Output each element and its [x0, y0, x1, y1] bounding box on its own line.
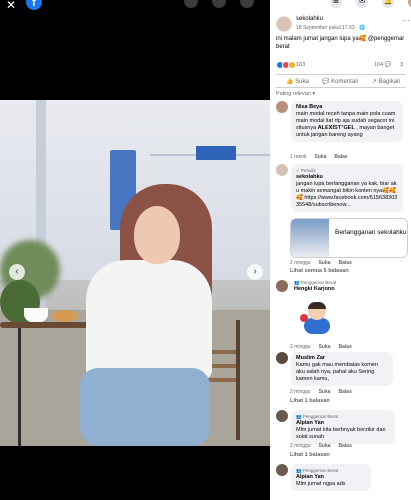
comment-like-button[interactable]: Suka [319, 344, 331, 350]
comment-text: main modal receh tanpa main pola cuam ma… [296, 111, 396, 138]
comment-author[interactable]: Nisa Beya [296, 104, 398, 111]
previous-photo-button[interactable]: ‹ [9, 264, 25, 280]
comment-header: 👥 Penggemar Berat Hengki Karjono [294, 280, 336, 292]
care-reaction-icon [288, 61, 296, 69]
comment-bubble: Nisa Beya main modal receh tanpa main po… [291, 101, 403, 142]
commenter-avatar[interactable] [276, 101, 288, 113]
heart-icon [300, 314, 308, 322]
top-icons: ⊞ ✉ 🔔 [330, 0, 411, 8]
menu-grid-icon[interactable]: ⊞ [330, 0, 342, 8]
commenter-avatar[interactable] [276, 352, 288, 364]
post-photo [0, 100, 270, 446]
viewer-topbar: ✕ f [0, 0, 270, 18]
zoom-out-icon[interactable] [212, 0, 226, 8]
comment-like-button[interactable]: Suka [319, 443, 331, 449]
comment-bubble: 👥 Penggemar Berat Alpian Yan Mlm jumat n… [291, 464, 371, 491]
share-count[interactable]: 3 [400, 62, 403, 68]
comment-meta: 2 minggu Suka Balas [290, 260, 352, 266]
viewer-tools [184, 0, 254, 8]
commenter-avatar[interactable] [276, 280, 288, 292]
photo-jeans [80, 368, 210, 446]
zoom-in-icon[interactable] [184, 0, 198, 8]
photo-sign [196, 146, 236, 160]
comment-like-button[interactable]: Suka [319, 260, 331, 266]
facebook-logo-icon[interactable]: f [26, 0, 42, 10]
sticker-body [304, 318, 330, 334]
comment-author[interactable]: Alpian Yan [296, 420, 390, 427]
comment-meta: 2 minggu Suka Balas [290, 443, 352, 449]
comment-time[interactable]: 2 minggu [290, 389, 311, 395]
comment-reply-button[interactable]: Balas [339, 344, 352, 350]
photo-table-leg [18, 328, 21, 446]
comment-author[interactable]: Muslim Zar [296, 355, 388, 362]
reactions-row: 163 104 💬 3 [276, 61, 406, 71]
photo-croissant [52, 310, 78, 322]
commenter-avatar[interactable] [276, 410, 288, 422]
comment-filter[interactable]: Paling relevan ▾ [276, 91, 315, 97]
messenger-icon[interactable]: ✉ [356, 0, 368, 8]
comment-like-button[interactable]: Suka [319, 389, 331, 395]
comment-author[interactable]: Alpian Yan [296, 474, 366, 481]
photo-table [0, 322, 90, 328]
comment-time[interactable]: 1 menit [290, 154, 306, 160]
comment-meta: 1 menit Suka Balas [290, 154, 348, 160]
comment-sticker [300, 302, 332, 336]
comment-author[interactable]: sekolahku [296, 174, 398, 181]
comment-bubble: Muslim Zar Kamu gak mau membalas komen a… [291, 352, 393, 386]
photo-viewer: ✕ f ‹ › [0, 0, 270, 500]
view-replies-link[interactable]: Lihat 1 balasan [290, 452, 330, 458]
comment-text: Mlm jumat kita berbnyak berzikir dan sol… [296, 427, 386, 440]
comment-time[interactable]: 2 minggu [290, 260, 311, 266]
comment-count[interactable]: 104 💬 [374, 62, 392, 68]
author-badge: ✓ Penulis [296, 168, 316, 173]
commenter-avatar[interactable] [276, 464, 288, 476]
photo-blouse [86, 260, 212, 380]
comment-like-button[interactable]: Suka [314, 154, 326, 160]
link-thumbnail [291, 219, 329, 257]
subscribe-link-card[interactable]: Berlangganan sekolahku [290, 218, 408, 258]
post-author[interactable]: sekolahku [296, 16, 323, 22]
comment-text: Mlm jumat ngpa adx [296, 481, 346, 487]
next-photo-button[interactable]: › [247, 264, 263, 280]
comment-time[interactable]: 2 minggu [290, 443, 311, 449]
sticker-hair [308, 302, 326, 309]
link-title[interactable]: Berlangganan sekolahku [335, 229, 407, 237]
comment-time[interactable]: 2 minggu [290, 344, 311, 350]
photo-face [134, 206, 180, 264]
comment-meta: 2 minggu Suka Balas [290, 344, 352, 350]
photo-cup [24, 308, 48, 322]
more-options-icon[interactable]: ··· [402, 16, 410, 25]
fullscreen-icon[interactable] [240, 0, 254, 8]
reaction-count[interactable]: 163 [296, 62, 305, 68]
comment-bubble: 👥 Penggemar Berat Alpian Yan Mlm jumat k… [291, 410, 395, 444]
comment-bubble: ✓ Penulis sekolahku jangan lupa berlangg… [291, 164, 403, 212]
like-button[interactable]: 👍 Suka [286, 78, 309, 85]
author-avatar[interactable] [276, 16, 292, 32]
comment-reply-button[interactable]: Balas [339, 260, 352, 266]
post-panel: ⊞ ✉ 🔔 sekolahku 18 September pukul 17.53… [270, 0, 411, 500]
fan-badge: 👥 Penggemar Berat [296, 468, 339, 473]
post-caption: ini malam jumat jangan lupa ya🥰 @penggem… [276, 36, 405, 50]
reaction-icons[interactable] [276, 61, 296, 69]
commenter-avatar[interactable] [276, 164, 288, 176]
view-replies-link[interactable]: Lihat 1 balasan [290, 398, 330, 404]
share-button[interactable]: ↗ Bagikan [372, 78, 400, 85]
notifications-icon[interactable]: 🔔 [382, 0, 394, 8]
view-replies-link[interactable]: Lihat semua 5 balasan [290, 268, 349, 274]
comment-button[interactable]: 💬 Komentari [322, 78, 358, 85]
comment-text: jangan lupa berlangganan ya kak, biar ak… [296, 181, 398, 208]
comment-reply-button[interactable]: Balas [339, 443, 352, 449]
close-icon[interactable]: ✕ [4, 0, 18, 12]
comment-author[interactable]: Hengki Karjono [294, 286, 336, 292]
comment-text: Kamu gak mau membalas komen aku salah ny… [296, 362, 378, 382]
comment-meta: 2 minggu Suka Balas [290, 389, 352, 395]
comment-reply-button[interactable]: Balas [339, 389, 352, 395]
comment-reply-button[interactable]: Balas [334, 154, 347, 160]
post-actions: 👍 Suka 💬 Komentari ↗ Bagikan [276, 74, 406, 88]
fan-badge: 👥 Penggemar Berat [296, 414, 339, 419]
post-date[interactable]: 18 September pukul 17.53 · 🌐 [296, 25, 365, 31]
